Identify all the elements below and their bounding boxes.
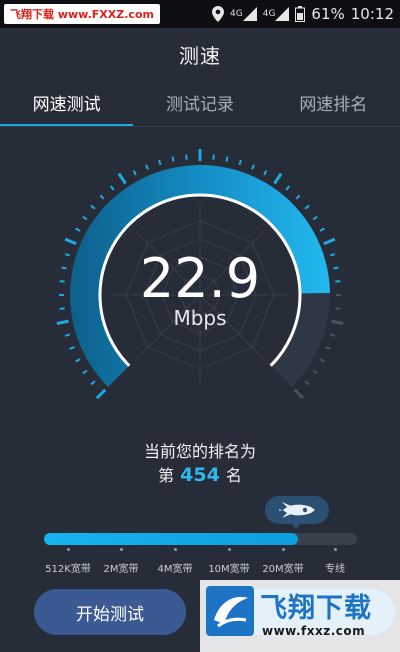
gauge-tick bbox=[64, 237, 77, 246]
gauge-tick bbox=[64, 253, 71, 257]
gauge-tick bbox=[145, 164, 149, 170]
bandwidth-tick-dot bbox=[173, 548, 177, 551]
bandwidth-tick-label: 2M宽带 bbox=[103, 564, 139, 575]
gauge-tick bbox=[329, 333, 336, 337]
gauge-tick bbox=[293, 388, 305, 400]
gauge-tick bbox=[251, 164, 255, 170]
bandwidth-tick-label: 专线 bbox=[325, 564, 345, 575]
bandwidth-fill bbox=[44, 533, 298, 545]
gauge-tick bbox=[90, 204, 96, 210]
gauge-tick bbox=[69, 346, 75, 350]
network-type-label-2: 4G bbox=[262, 8, 276, 19]
bandwidth-tick-label: 10M宽带 bbox=[208, 564, 250, 575]
bubble-pointer bbox=[290, 522, 302, 529]
watermark-url: www.fxxz.com bbox=[262, 624, 366, 638]
gauge-tick bbox=[82, 215, 88, 221]
bandwidth-tick-label: 512K宽带 bbox=[45, 564, 91, 575]
gauge-tick bbox=[312, 369, 318, 375]
gauge-tick bbox=[304, 204, 310, 210]
gauge-tick bbox=[95, 388, 107, 400]
gauge-tick bbox=[319, 227, 325, 232]
bandwidth-tick-dot bbox=[227, 548, 231, 551]
gauge-tick bbox=[117, 172, 127, 185]
signal-4g-secondary-icon: 4G bbox=[263, 7, 290, 21]
gauge-tick bbox=[56, 319, 69, 325]
clock: 10:12 bbox=[350, 5, 394, 23]
bandwidth-track bbox=[44, 533, 357, 545]
watermark-top: 飞翔下载 www.FXXZ.com bbox=[4, 4, 160, 24]
tab-speed-test[interactable]: 网速测试 bbox=[0, 92, 133, 128]
gauge-tick bbox=[109, 185, 115, 191]
tab-bar: 网速测试 测试记录 网速排名 bbox=[0, 92, 400, 128]
gauge-tick bbox=[75, 358, 81, 363]
bandwidth-labels: 512K宽带 2M宽带 4M宽带 10M宽带 20M宽带 专线 bbox=[0, 548, 400, 578]
gauge-tick bbox=[295, 194, 301, 200]
gauge-tick bbox=[333, 266, 339, 270]
battery-percent: 61% bbox=[311, 5, 345, 23]
watermark-badge-icon bbox=[206, 586, 254, 636]
status-bar: 飞翔下载 www.FXXZ.com 4G 4G 61% 10:12 bbox=[0, 0, 400, 28]
watermark-text: 飞翔下载 bbox=[260, 593, 372, 624]
gauge-tick bbox=[325, 346, 331, 350]
gauge-tick bbox=[158, 159, 162, 166]
tab-divider bbox=[0, 126, 400, 127]
bandwidth-tick-label: 4M宽带 bbox=[157, 564, 193, 575]
gauge-tick bbox=[132, 170, 137, 176]
rank-number: 454 bbox=[180, 464, 220, 486]
signal-4g-icon: 4G bbox=[230, 7, 257, 21]
gauge-tick bbox=[273, 172, 283, 185]
speed-gauge: 22.9 Mbps bbox=[56, 149, 344, 400]
rank-post: 名 bbox=[225, 466, 242, 485]
bandwidth-tick-dot bbox=[66, 548, 70, 551]
gauge-tick bbox=[285, 185, 291, 191]
network-type-label: 4G bbox=[230, 8, 243, 19]
gauge-tick bbox=[238, 159, 242, 166]
gauge-tick bbox=[99, 194, 105, 200]
speed-unit: Mbps bbox=[173, 306, 226, 330]
start-test-button[interactable]: 开始测试 bbox=[34, 589, 186, 635]
bandwidth-tick-dot bbox=[333, 548, 337, 551]
bandwidth-tick-dot bbox=[281, 548, 285, 551]
gauge-tick bbox=[90, 380, 96, 386]
tab-speed-ranking[interactable]: 网速排名 bbox=[267, 92, 400, 128]
gauge-tick bbox=[323, 237, 336, 246]
gauge-tick bbox=[225, 156, 229, 162]
gauge-tick bbox=[331, 319, 344, 325]
speed-value: 22.9 bbox=[140, 247, 260, 310]
gauge-tick bbox=[312, 215, 318, 221]
gauge-tick bbox=[82, 369, 88, 375]
rank-row: 第 454 名 bbox=[0, 462, 400, 486]
gauge-tick bbox=[171, 156, 175, 162]
bandwidth-tick-label: 20M宽带 bbox=[262, 564, 304, 575]
tab-test-history[interactable]: 测试记录 bbox=[133, 92, 266, 128]
rank-pre: 第 bbox=[158, 466, 175, 485]
gauge-tick bbox=[263, 170, 268, 176]
bandwidth-tick-dot bbox=[119, 548, 123, 551]
gauge-tick bbox=[75, 227, 81, 232]
gauge-tick bbox=[64, 333, 71, 337]
rank-caption: 当前您的排名为 bbox=[143, 442, 256, 461]
rocket-bubble bbox=[265, 496, 329, 524]
status-icons: 4G 4G 61% 10:12 bbox=[212, 0, 394, 28]
gauge-tick bbox=[61, 266, 67, 270]
gauge-tick bbox=[304, 380, 310, 386]
location-icon bbox=[212, 6, 225, 22]
gauge-tick bbox=[329, 253, 336, 257]
battery-icon bbox=[295, 6, 306, 22]
page-title: 测速 bbox=[179, 44, 221, 68]
gauge-tick bbox=[319, 358, 325, 363]
rocket-icon bbox=[279, 502, 315, 518]
